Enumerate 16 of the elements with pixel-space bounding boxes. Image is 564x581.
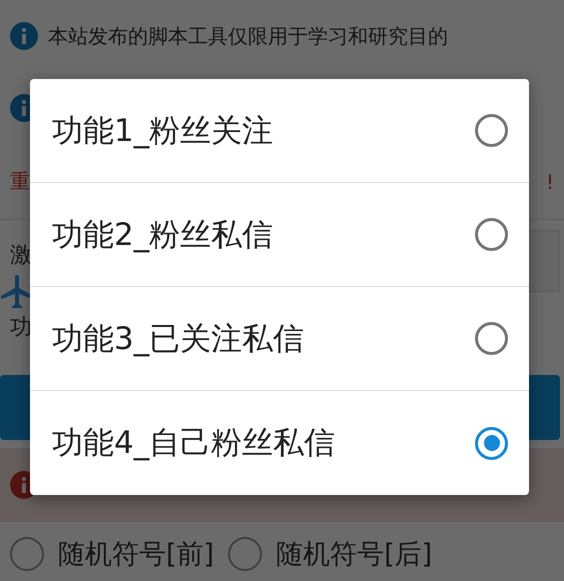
radio-circle[interactable] bbox=[228, 537, 262, 571]
warning-text: 重 bbox=[10, 168, 30, 195]
radio-button[interactable] bbox=[475, 114, 508, 147]
notice-text: 本站发布的脚本工具仅限用于学习和研究目的 bbox=[48, 22, 448, 50]
warning-text: ! bbox=[546, 170, 554, 194]
radio-button[interactable] bbox=[475, 322, 508, 355]
dialog-option[interactable]: 功能3_已关注私信 bbox=[30, 287, 529, 391]
info-icon bbox=[10, 22, 38, 50]
dialog-option[interactable]: 功能4_自己粉丝私信 bbox=[30, 391, 529, 495]
radio-button[interactable] bbox=[475, 426, 508, 460]
dialog-option[interactable]: 功能1_粉丝关注 bbox=[30, 79, 529, 183]
dialog-option[interactable]: 功能2_粉丝私信 bbox=[30, 183, 529, 287]
radio-button[interactable] bbox=[475, 218, 508, 251]
activation-label: 激 bbox=[10, 242, 32, 270]
radio-circle[interactable] bbox=[10, 537, 44, 571]
feature-label: 功 bbox=[10, 314, 32, 342]
